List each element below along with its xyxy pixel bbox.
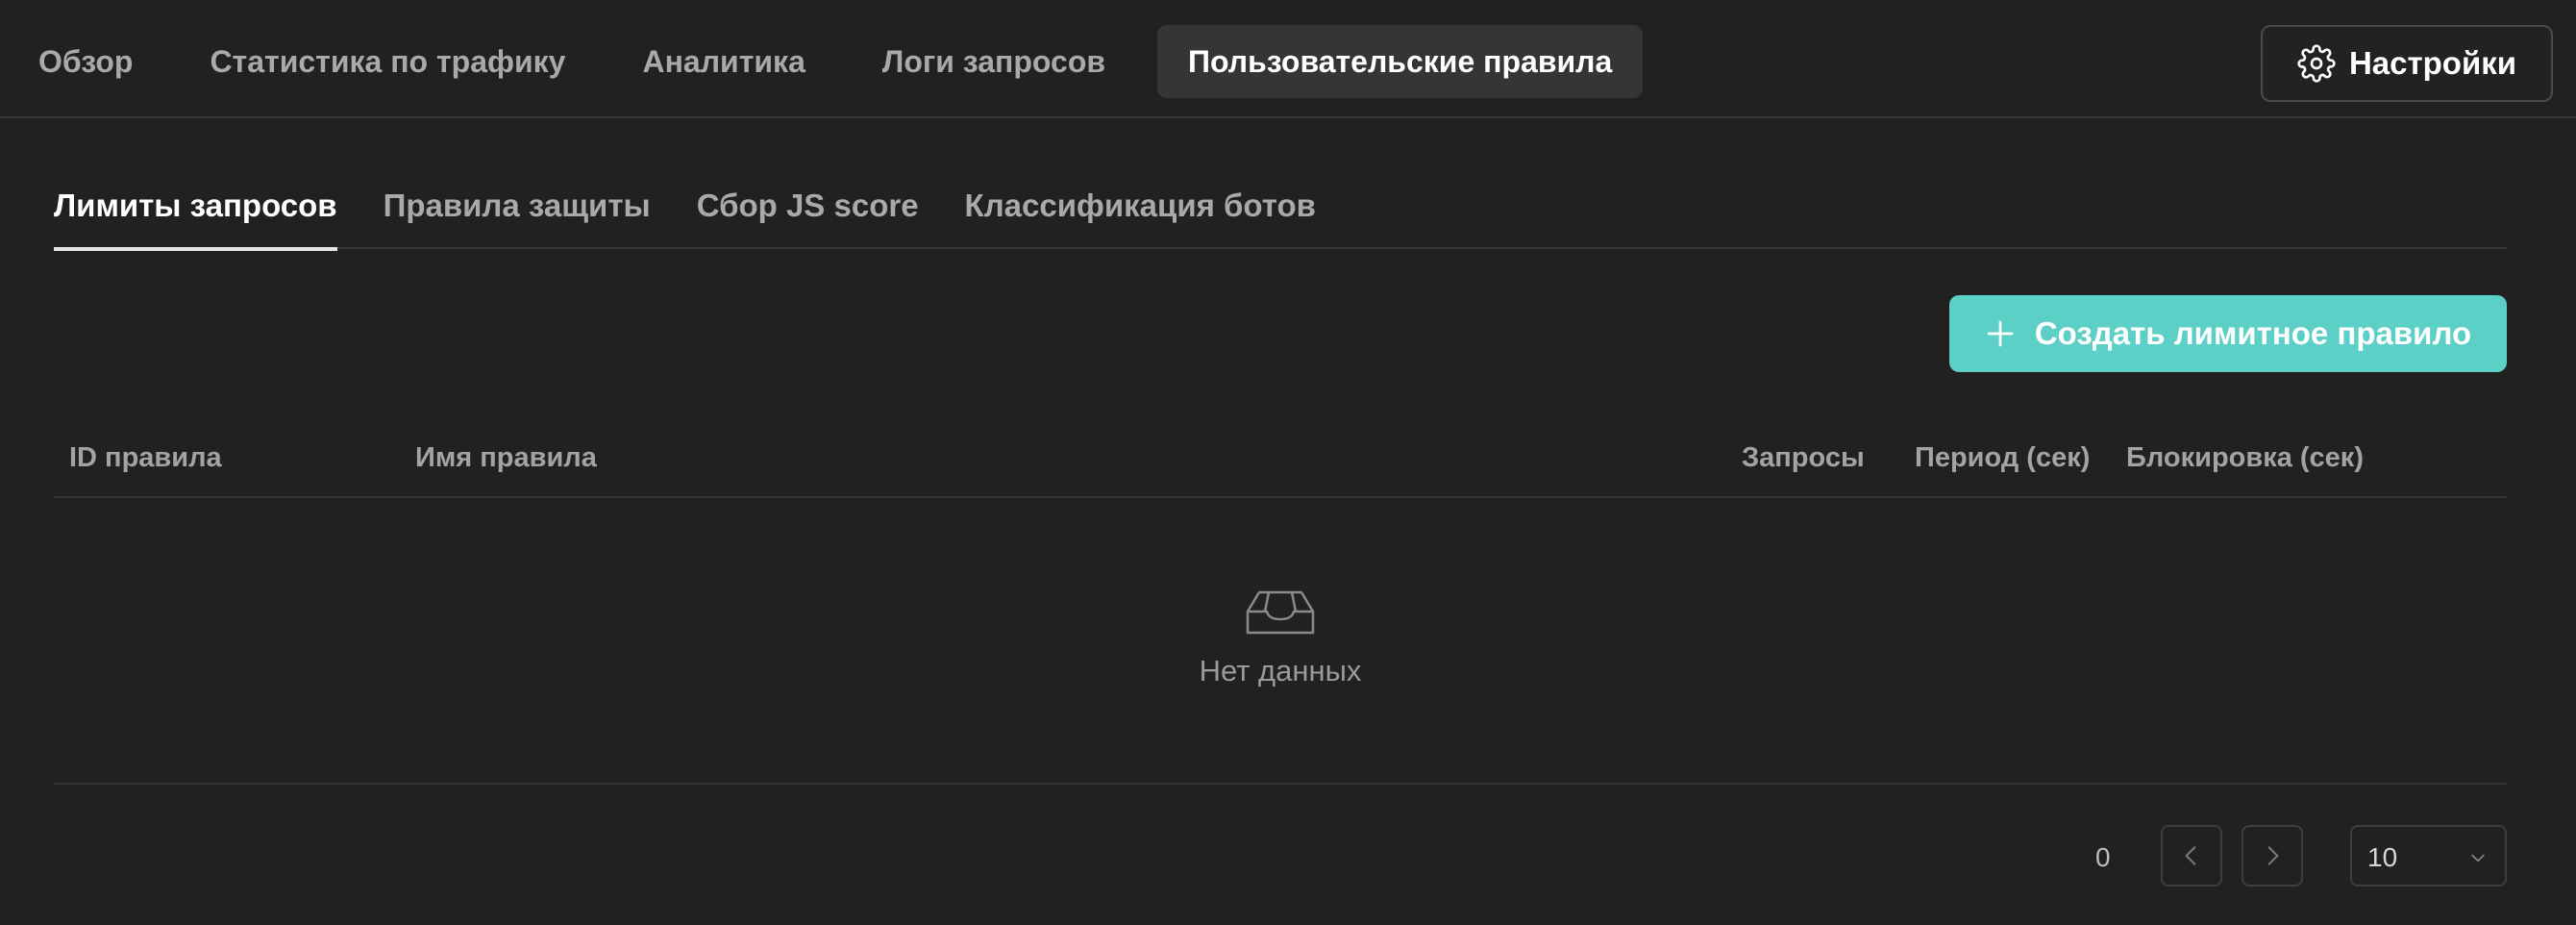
prev-page-button[interactable] (2161, 825, 2222, 887)
chevron-down-icon (2471, 854, 2485, 862)
column-rule-name: Имя правила (415, 442, 597, 473)
subtab-bot-classification[interactable]: Классификация ботов (965, 169, 1316, 249)
tab-custom-rules[interactable]: Пользовательские правила (1157, 25, 1644, 98)
next-page-button[interactable] (2242, 825, 2303, 887)
empty-state-text: Нет данных (1199, 654, 1362, 688)
column-rule-id: ID правила (69, 442, 222, 473)
page-size-value: 10 (2367, 842, 2398, 872)
chevron-right-icon (2267, 846, 2279, 865)
tab-traffic-stats[interactable]: Статистика по трафику (185, 25, 590, 98)
tab-overview[interactable]: Обзор (13, 25, 158, 98)
settings-button-label: Настройки (2348, 45, 2517, 81)
pagination-total: 0 (2095, 842, 2111, 872)
top-navigation-bar: Обзор Статистика по трафику Аналитика Ло… (0, 0, 2576, 118)
chevron-left-icon (2185, 846, 2196, 865)
table-empty-state: Нет данных (54, 500, 2507, 785)
main-tabs: Обзор Статистика по трафику Аналитика Ло… (13, 25, 1670, 98)
rule-type-tabs: Лимиты запросов Правила защиты Сбор JS s… (54, 169, 2507, 251)
subtab-js-score[interactable]: Сбор JS score (697, 169, 919, 249)
column-period: Период (сек) (1915, 442, 2091, 473)
table-header: ID правила Имя правила Запросы Период (с… (54, 423, 2507, 498)
gear-icon (2297, 44, 2336, 83)
column-requests: Запросы (1742, 442, 1865, 473)
plus-icon (1987, 320, 2014, 347)
tab-request-logs[interactable]: Логи запросов (857, 25, 1130, 98)
subtab-rate-limits[interactable]: Лимиты запросов (54, 169, 337, 251)
subtab-protection-rules[interactable]: Правила защиты (384, 169, 651, 249)
page-size-select[interactable]: 10 (2350, 825, 2507, 887)
empty-inbox-icon (1246, 590, 1315, 635)
column-block-duration: Блокировка (сек) (2126, 442, 2364, 473)
settings-button[interactable]: Настройки (2261, 25, 2553, 102)
tab-analytics[interactable]: Аналитика (617, 25, 830, 98)
create-button-label: Создать лимитное правило (2034, 315, 2472, 351)
create-rate-limit-rule-button[interactable]: Создать лимитное правило (1949, 295, 2507, 372)
